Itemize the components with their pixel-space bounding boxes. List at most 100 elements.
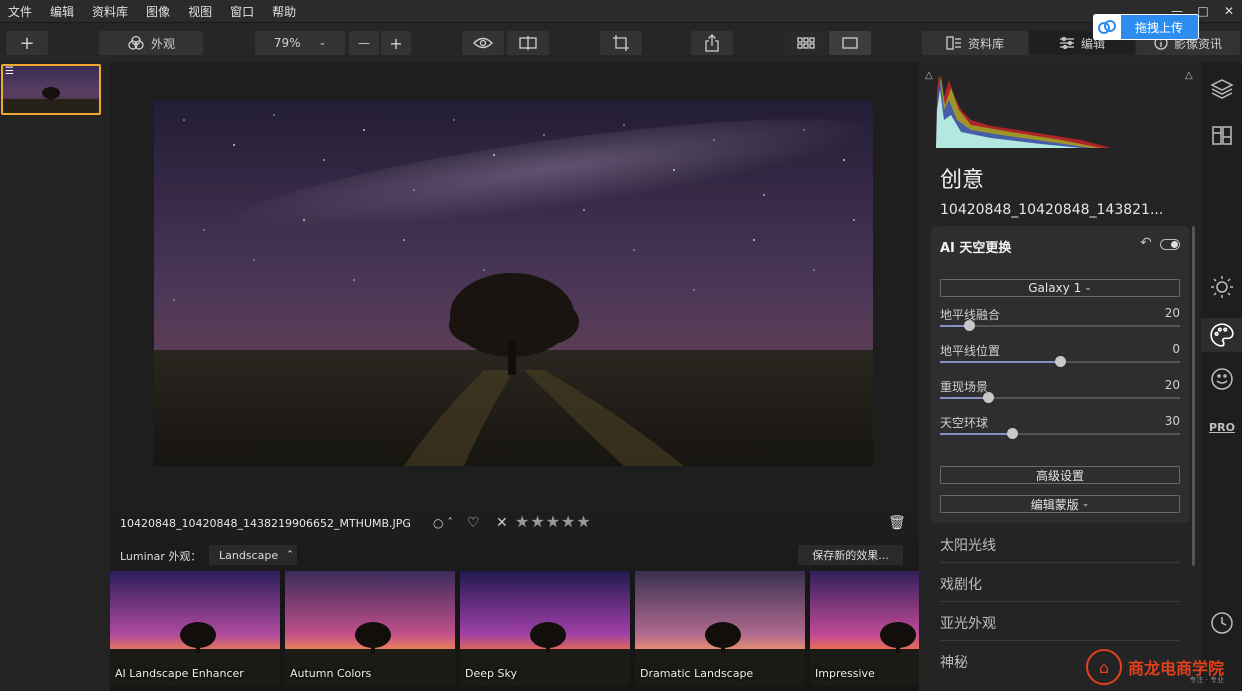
smile-icon[interactable] bbox=[1207, 364, 1237, 394]
histogram bbox=[936, 74, 1111, 148]
slider-label: 地平线位置 bbox=[940, 344, 1001, 358]
reject-icon[interactable]: ✕ bbox=[496, 515, 508, 531]
slider-value: 0 bbox=[1172, 342, 1180, 356]
slider-value: 20 bbox=[1164, 378, 1180, 392]
presets-strip: AI Landscape Enhancer Autumn Colors Deep S… bbox=[110, 571, 919, 691]
preset-thumbnail[interactable]: AI Landscape Enhancer bbox=[110, 571, 280, 686]
star-icon[interactable]: ★ bbox=[561, 513, 575, 531]
eye-icon bbox=[473, 37, 493, 49]
single-view-button[interactable] bbox=[829, 31, 871, 55]
image-canvas[interactable] bbox=[110, 62, 919, 507]
slider-fill bbox=[940, 361, 1060, 363]
preset-label: Deep Sky bbox=[465, 667, 517, 680]
layers-icon[interactable] bbox=[1207, 74, 1237, 104]
adjusted-icon: ☰ bbox=[5, 66, 14, 77]
menu-item[interactable]: 帮助 bbox=[264, 3, 306, 20]
advanced-settings-button[interactable]: 高级设置 bbox=[940, 466, 1180, 484]
preset-thumbnail[interactable]: Deep Sky bbox=[460, 571, 630, 686]
right-panel: △ △ 创意 10420848_10420848_143821... AI 天空… bbox=[919, 62, 1201, 691]
single-view-icon bbox=[842, 37, 858, 49]
tools-icon[interactable] bbox=[1207, 120, 1237, 150]
heart-icon[interactable]: ♡ bbox=[467, 515, 480, 531]
slider-handle[interactable] bbox=[983, 392, 994, 403]
library-icon bbox=[946, 36, 961, 50]
close-button[interactable]: ✕ bbox=[1216, 0, 1242, 22]
preset-label: Autumn Colors bbox=[290, 667, 372, 680]
toolbar: + 外观 79% ⌄ — + 资料库 编辑 影像资讯 bbox=[0, 22, 1242, 62]
chevron-up-icon: ⌃ bbox=[286, 550, 294, 560]
zoom-value: 79% bbox=[273, 36, 301, 50]
slider-label: 重现场景 bbox=[940, 380, 989, 394]
reset-icon[interactable]: ↶ bbox=[1140, 235, 1152, 251]
looks-category-select[interactable]: Landscape ⌃ bbox=[209, 545, 297, 565]
tab-library[interactable]: 资料库 bbox=[922, 31, 1028, 55]
zoom-select[interactable]: 79% ⌄ bbox=[255, 31, 345, 55]
tool-category-item[interactable]: 亚光外观 bbox=[940, 613, 996, 633]
grid-view-button[interactable] bbox=[785, 31, 827, 55]
sun-icon[interactable] bbox=[1207, 272, 1237, 302]
slider-value: 20 bbox=[1164, 306, 1180, 320]
preset-thumbnail[interactable]: Impressive bbox=[810, 571, 919, 686]
looks-button[interactable]: 外观 bbox=[99, 31, 203, 55]
slider-handle[interactable] bbox=[1007, 428, 1018, 439]
menu-item[interactable]: 图像 bbox=[138, 3, 180, 20]
divider bbox=[940, 601, 1180, 602]
slider-value: 30 bbox=[1164, 414, 1180, 428]
watermark-logo: ⌂ 商龙电商学院 专注 · 专业 bbox=[1086, 646, 1240, 688]
preset-label: Dramatic Landscape bbox=[640, 667, 754, 680]
menu-item[interactable]: 窗口 bbox=[222, 3, 264, 20]
compare-icon bbox=[519, 36, 537, 50]
drag-upload-button[interactable]: 拖拽上传 bbox=[1093, 14, 1199, 40]
tool-category-item[interactable]: 戏剧化 bbox=[940, 574, 982, 594]
panel-file-name: 10420848_10420848_143821... bbox=[940, 202, 1164, 218]
slider-fill bbox=[940, 433, 1012, 435]
slider-handle[interactable] bbox=[964, 320, 975, 331]
color-label-selector[interactable]: ○ ˆ bbox=[433, 516, 453, 530]
share-icon bbox=[705, 34, 719, 52]
preset-thumbnail[interactable]: Dramatic Landscape bbox=[635, 571, 805, 686]
shadow-clip-icon[interactable]: △ bbox=[925, 70, 933, 81]
highlight-clip-icon[interactable]: △ bbox=[1185, 70, 1193, 81]
tool-title: AI 天空更换 bbox=[940, 241, 1012, 256]
preset-label: AI Landscape Enhancer bbox=[115, 667, 244, 680]
pro-icon[interactable]: PRO bbox=[1207, 412, 1237, 442]
star-icon[interactable]: ★ bbox=[515, 513, 529, 531]
upload-label: 拖拽上传 bbox=[1135, 20, 1184, 35]
preview-button[interactable] bbox=[462, 31, 504, 55]
tool-category-item[interactable]: 神秘 bbox=[940, 652, 968, 672]
panel-scrollbar[interactable] bbox=[1192, 226, 1195, 566]
menu-item[interactable]: 视图 bbox=[180, 3, 222, 20]
tool-toggle[interactable] bbox=[1160, 239, 1180, 250]
preset-thumbnail[interactable]: Autumn Colors bbox=[285, 571, 455, 686]
slider-fill bbox=[940, 397, 988, 399]
save-look-button[interactable]: 保存新的效果... bbox=[798, 545, 903, 565]
history-icon[interactable] bbox=[1207, 608, 1237, 638]
menu-item[interactable]: 资料库 bbox=[84, 3, 138, 20]
zoom-out-button[interactable]: — bbox=[349, 31, 379, 55]
zoom-in-button[interactable]: + bbox=[381, 31, 411, 55]
image-thumbnail[interactable]: ☰ bbox=[1, 64, 101, 115]
divider bbox=[940, 640, 1180, 641]
palette-icon[interactable] bbox=[1201, 318, 1242, 352]
trash-icon[interactable]: 🗑 bbox=[888, 515, 906, 531]
chevron-down-icon: ⌄ bbox=[1081, 499, 1090, 509]
star-icon[interactable]: ★ bbox=[530, 513, 544, 531]
edit-mask-button[interactable]: 编辑蒙版 ⌄ bbox=[940, 495, 1180, 513]
export-button[interactable] bbox=[691, 31, 733, 55]
sky-select-dropdown[interactable]: Galaxy 1 ⌄ bbox=[940, 279, 1180, 297]
tool-category-item[interactable]: 太阳光线 bbox=[940, 535, 996, 555]
slider-handle[interactable] bbox=[1055, 356, 1066, 367]
crop-icon bbox=[613, 35, 629, 51]
add-button[interactable]: + bbox=[6, 31, 48, 55]
star-icon[interactable]: ★ bbox=[576, 513, 590, 531]
star-rating[interactable]: ★ ★ ★ ★ ★ bbox=[515, 513, 592, 531]
slider-track[interactable] bbox=[940, 325, 1180, 327]
edit-mask-label: 编辑蒙版 bbox=[1030, 497, 1079, 512]
star-icon[interactable]: ★ bbox=[546, 513, 560, 531]
menu-item[interactable]: 编辑 bbox=[42, 3, 84, 20]
compare-button[interactable] bbox=[507, 31, 549, 55]
watermark-emblem: ⌂ bbox=[1086, 649, 1122, 685]
slider-label: 天空环球 bbox=[940, 416, 989, 430]
crop-button[interactable] bbox=[600, 31, 642, 55]
menu-item[interactable]: 文件 bbox=[0, 3, 42, 20]
